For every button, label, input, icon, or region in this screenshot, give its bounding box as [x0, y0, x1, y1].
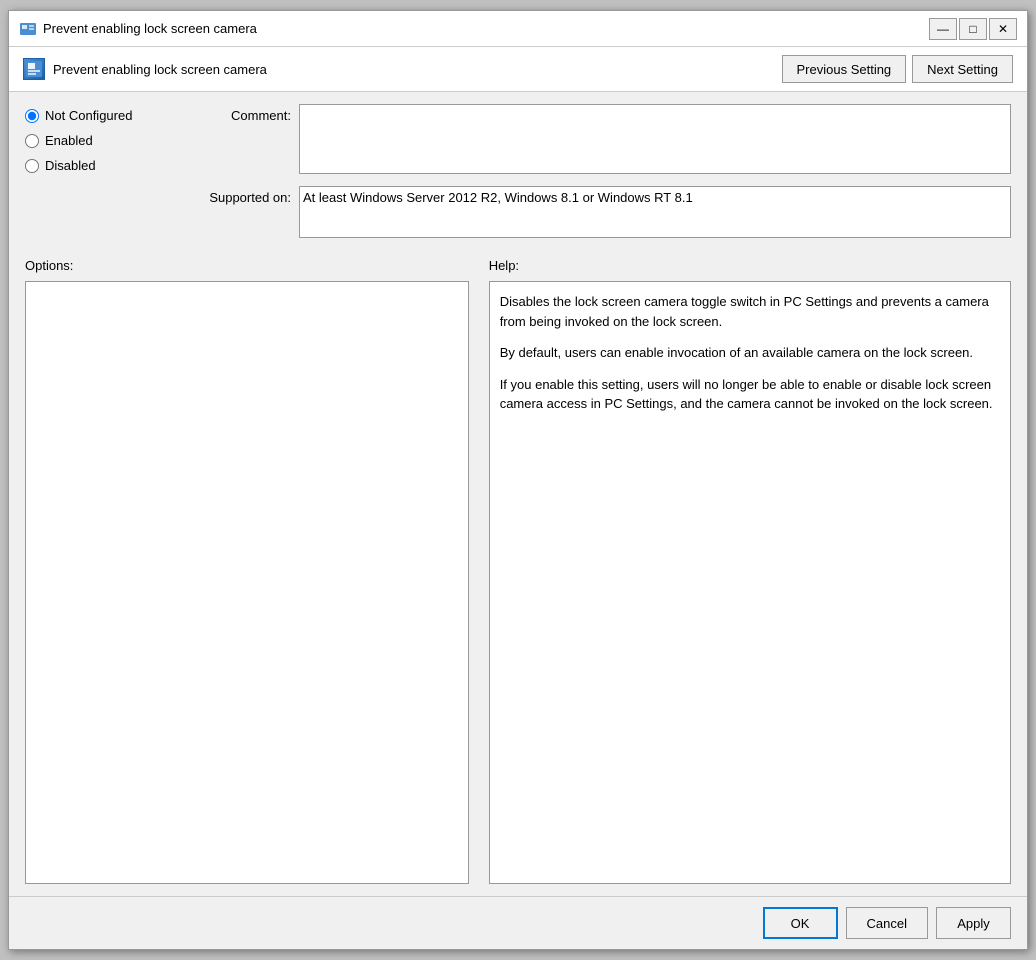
cancel-button[interactable]: Cancel	[846, 907, 928, 939]
header-title: Prevent enabling lock screen camera	[53, 62, 267, 77]
help-section-label: Help:	[489, 258, 1011, 273]
comment-textarea[interactable]	[299, 104, 1011, 174]
window-icon	[19, 20, 37, 38]
minimize-button[interactable]: —	[929, 18, 957, 40]
supported-field-row: Supported on:	[201, 186, 1011, 238]
help-para-3: If you enable this setting, users will n…	[500, 375, 1000, 414]
radio-group: Not Configured Enabled Disabled	[25, 104, 185, 238]
disabled-option[interactable]: Disabled	[25, 158, 185, 173]
section-labels: Options: Help:	[25, 258, 1011, 273]
enabled-option[interactable]: Enabled	[25, 133, 185, 148]
title-bar-left: Prevent enabling lock screen camera	[19, 20, 257, 38]
dialog-window: Prevent enabling lock screen camera — □ …	[8, 10, 1028, 950]
not-configured-radio[interactable]	[25, 109, 39, 123]
fields-section: Comment: Supported on:	[201, 104, 1011, 238]
title-bar: Prevent enabling lock screen camera — □ …	[9, 11, 1027, 47]
dialog-footer: OK Cancel Apply	[9, 896, 1027, 949]
title-bar-controls: — □ ✕	[929, 18, 1017, 40]
options-help-section: Disables the lock screen camera toggle s…	[25, 281, 1011, 884]
help-column: Disables the lock screen camera toggle s…	[489, 281, 1011, 884]
options-box	[25, 281, 469, 884]
supported-label: Supported on:	[201, 186, 291, 205]
close-button[interactable]: ✕	[989, 18, 1017, 40]
dialog-header: Prevent enabling lock screen camera Prev…	[9, 47, 1027, 92]
comment-field-row: Comment:	[201, 104, 1011, 174]
title-bar-title: Prevent enabling lock screen camera	[43, 21, 257, 36]
restore-button[interactable]: □	[959, 18, 987, 40]
ok-button[interactable]: OK	[763, 907, 838, 939]
disabled-label: Disabled	[45, 158, 96, 173]
header-buttons: Previous Setting Next Setting	[782, 55, 1014, 83]
supported-textarea	[299, 186, 1011, 238]
enabled-radio[interactable]	[25, 134, 39, 148]
help-para-2: By default, users can enable invocation …	[500, 343, 1000, 363]
help-box: Disables the lock screen camera toggle s…	[489, 281, 1011, 884]
disabled-radio[interactable]	[25, 159, 39, 173]
comment-label: Comment:	[201, 104, 291, 123]
dialog-header-left: Prevent enabling lock screen camera	[23, 58, 267, 80]
options-section-label: Options:	[25, 258, 469, 273]
previous-setting-button[interactable]: Previous Setting	[782, 55, 907, 83]
enabled-label: Enabled	[45, 133, 93, 148]
apply-button[interactable]: Apply	[936, 907, 1011, 939]
next-setting-button[interactable]: Next Setting	[912, 55, 1013, 83]
options-column	[25, 281, 469, 884]
not-configured-option[interactable]: Not Configured	[25, 108, 185, 123]
policy-icon	[23, 58, 45, 80]
dialog-body: Not Configured Enabled Disabled Comment:	[9, 92, 1027, 896]
help-para-1: Disables the lock screen camera toggle s…	[500, 292, 1000, 331]
not-configured-label: Not Configured	[45, 108, 132, 123]
top-section: Not Configured Enabled Disabled Comment:	[25, 104, 1011, 238]
